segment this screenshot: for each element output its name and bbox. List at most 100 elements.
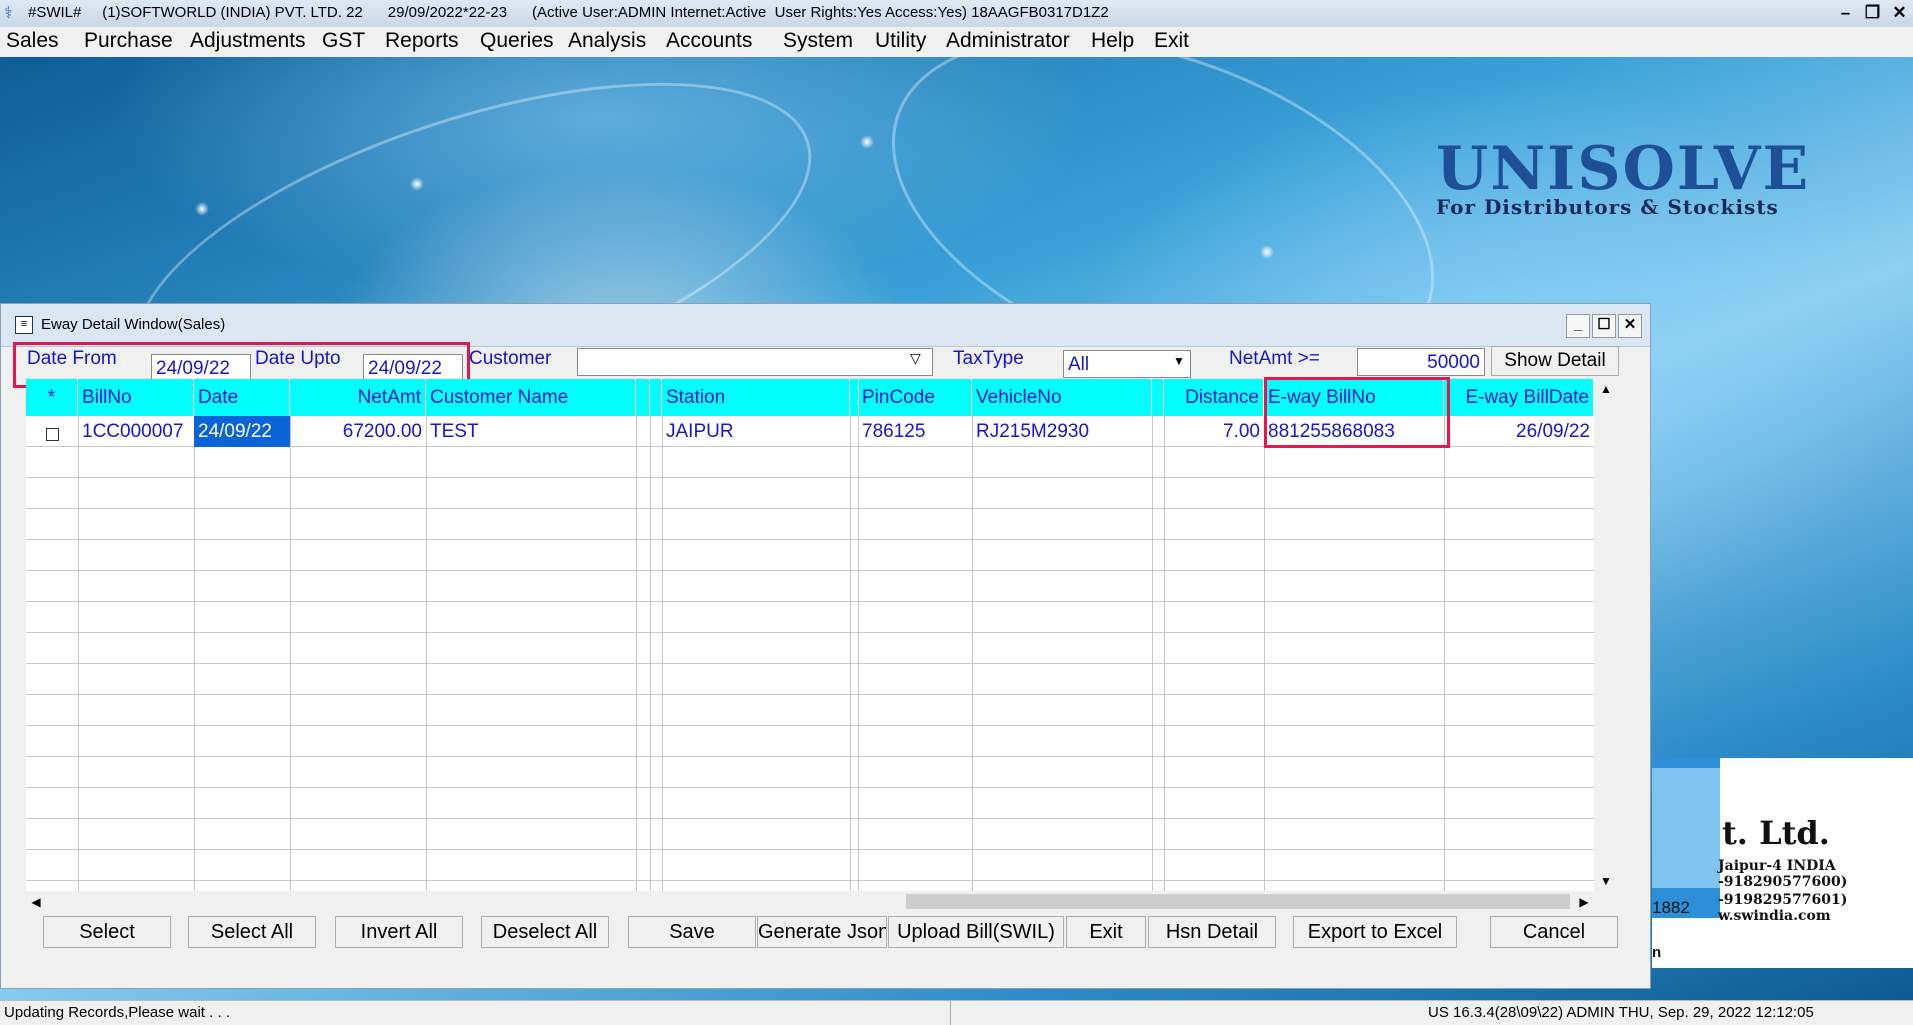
select-button[interactable]: Select [43,916,171,948]
cell-netamt: 67200.00 [342,421,422,442]
menu-queries[interactable]: Queries [480,29,554,53]
scroll-right-icon[interactable]: ▶ [1574,891,1594,913]
generate-json-button[interactable]: Generate Json [757,916,887,948]
export-excel-button[interactable]: Export to Excel [1293,916,1457,948]
menu-administrator[interactable]: Administrator [946,29,1070,53]
company-address: Jaipur-4 INDIA [1718,858,1836,874]
scroll-left-icon[interactable]: ◀ [26,891,46,913]
minimize-icon[interactable]: – [1832,0,1859,27]
deselect-all-button[interactable]: Deselect All [481,916,609,948]
col-eway-billdate[interactable]: E-way BillDate [1444,379,1594,416]
window-maximize-icon[interactable]: ☐ [1592,314,1616,338]
col-select[interactable]: * [26,379,78,416]
row-checkbox[interactable] [46,428,59,441]
date-upto-label: Date Upto [255,348,341,369]
company-number: 1882 [1652,898,1690,917]
window-close-icon[interactable]: ✕ [1618,314,1642,338]
hsn-detail-button[interactable]: Hsn Detail [1148,916,1276,948]
window-icon: ≡ [15,316,33,334]
menu-utility[interactable]: Utility [875,29,926,53]
close-icon[interactable]: ✕ [1886,0,1913,27]
cancel-button[interactable]: Cancel [1490,916,1618,948]
scroll-thumb[interactable] [906,894,1570,909]
company-text: n [1652,944,1662,961]
menu-exit[interactable]: Exit [1154,29,1189,53]
app-title-bar: ⚕ #SWIL# (1)SOFTWORLD (INDIA) PVT. LTD. … [0,0,1913,27]
chevron-down-icon[interactable]: ▼ [1173,354,1185,368]
menu-analysis[interactable]: Analysis [568,29,646,53]
cell-customer: TEST [430,421,479,442]
col-vehicleno[interactable]: VehicleNo [972,379,1152,416]
menu-adjustments[interactable]: Adjustments [190,29,306,53]
window-title: Eway Detail Window(Sales) [41,316,226,333]
logo-name: UNISOLVE [1436,134,1811,204]
customer-label: Customer [469,348,552,369]
company-ltd: t. Ltd. [1722,814,1830,852]
restore-icon[interactable]: ❐ [1859,0,1886,27]
menu-system[interactable]: System [783,29,853,53]
sparkle [860,135,874,149]
horizontal-scrollbar[interactable]: ◀ ▶ [26,891,1594,913]
company-graphic [1652,768,1720,888]
menu-reports[interactable]: Reports [385,29,459,53]
date-from-field[interactable]: 24/09/22 [151,354,251,382]
customer-select[interactable] [577,348,933,376]
company-card: t. Ltd. Jaipur-4 INDIA -918290577600) -9… [1652,758,1913,968]
status-info: US 16.3.4(28\09\22) ADMIN THU, Sep. 29, … [1428,1004,1814,1021]
app-icon: ⚕ [4,5,13,22]
cell-distance: 7.00 [1223,421,1260,442]
logo-tagline: For Distributors & Stockists [1436,195,1779,219]
status-message: Updating Records,Please wait . . . [4,1004,230,1021]
cell-billno: 1CC000007 [82,421,184,442]
cell-date[interactable]: 24/09/22 [194,416,290,447]
col-date[interactable]: Date [194,379,290,416]
netamt-label: NetAmt >= [1229,348,1320,369]
col-customer-name[interactable]: Customer Name [426,379,636,416]
cell-pincode: 786125 [862,421,926,442]
window-title-bar: ≡ Eway Detail Window(Sales) _ ☐ ✕ [1,304,1650,347]
menu-purchase[interactable]: Purchase [84,29,173,53]
eway-billno-highlight [1264,377,1450,448]
show-detail-button[interactable]: Show Detail [1491,346,1619,376]
col-netamt[interactable]: NetAmt [290,379,426,416]
col-spacer [1152,379,1164,416]
window-minimize-icon[interactable]: _ [1566,314,1590,338]
menu-help[interactable]: Help [1091,29,1134,53]
status-divider [950,1001,951,1025]
menu-accounts[interactable]: Accounts [666,29,752,53]
sparkle [195,202,209,216]
scroll-up-icon[interactable]: ▲ [1594,379,1618,399]
sparkle [1260,245,1274,259]
col-distance[interactable]: Distance [1164,379,1264,416]
cell-station: JAIPUR [666,421,734,442]
exit-button[interactable]: Exit [1066,916,1146,948]
menu-sales[interactable]: Sales [6,29,59,53]
app-title: #SWIL# (1)SOFTWORLD (INDIA) PVT. LTD. 22… [28,4,1109,21]
scroll-down-icon[interactable]: ▼ [1594,871,1618,891]
netamt-field[interactable]: 50000 [1357,348,1485,376]
col-billno[interactable]: BillNo [78,379,194,416]
eway-grid: * BillNo Date NetAmt Customer Name Stati… [26,379,1594,891]
menu-bar: Sales Purchase Adjustments GST Reports Q… [0,27,1913,57]
company-website: w.swindia.com [1718,908,1831,924]
col-pincode[interactable]: PinCode [858,379,972,416]
sparkle [410,177,424,191]
date-upto-field[interactable]: 24/09/22 [363,354,463,382]
taxtype-select[interactable]: All [1063,350,1191,378]
col-spacer [636,379,650,416]
status-bar: Updating Records,Please wait . . . US 16… [0,1000,1913,1025]
col-station[interactable]: Station [662,379,850,416]
company-phone-1: -918290577600) [1718,874,1848,890]
save-button[interactable]: Save [628,916,756,948]
upload-bill-button[interactable]: Upload Bill(SWIL) [888,916,1064,948]
col-spacer [650,379,662,416]
invert-all-button[interactable]: Invert All [335,916,463,948]
select-all-button[interactable]: Select All [188,916,316,948]
unisolve-logo: UNISOLVE For Distributors & Stockists [1436,137,1810,219]
menu-gst[interactable]: GST [322,29,365,53]
cell-eway-billdate: 26/09/22 [1516,421,1590,442]
vertical-scrollbar[interactable]: ▲ ▼ [1594,379,1618,891]
company-phone-2: -919829577601) [1718,892,1848,908]
chevron-down-icon[interactable]: ▽ [910,350,921,367]
cell-vehicleno: RJ215M2930 [976,421,1090,442]
